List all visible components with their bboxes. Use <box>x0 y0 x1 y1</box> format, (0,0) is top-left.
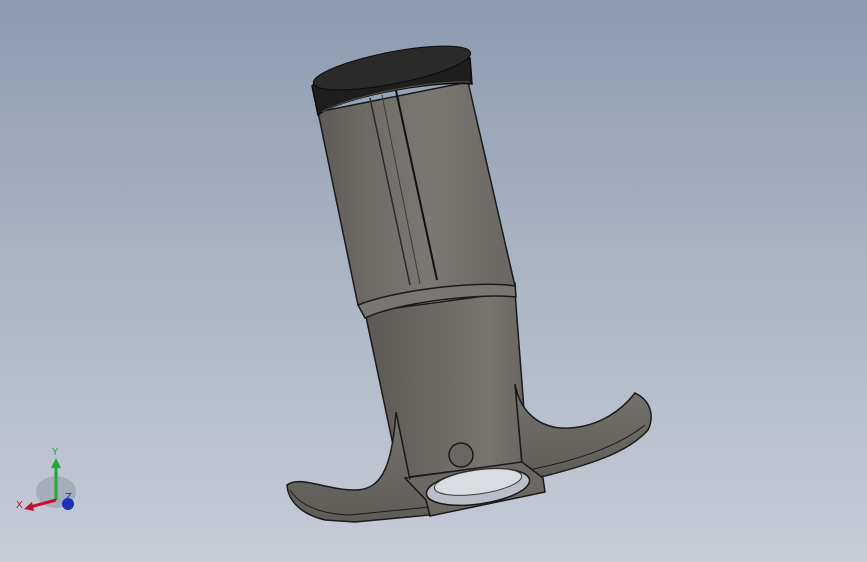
3d-part-model[interactable] <box>0 0 867 562</box>
y-axis-arrow <box>51 458 61 468</box>
upper-cylinder <box>317 81 516 307</box>
lower-cylinder <box>364 291 529 479</box>
x-axis-arrow <box>24 502 34 511</box>
z-axis-label: Z <box>65 492 72 503</box>
y-axis-label: Y <box>51 447 59 458</box>
x-axis-label: X <box>16 500 23 511</box>
3d-viewport[interactable]: Y X Z <box>0 0 867 562</box>
coordinate-triad: Y X Z <box>16 447 76 511</box>
